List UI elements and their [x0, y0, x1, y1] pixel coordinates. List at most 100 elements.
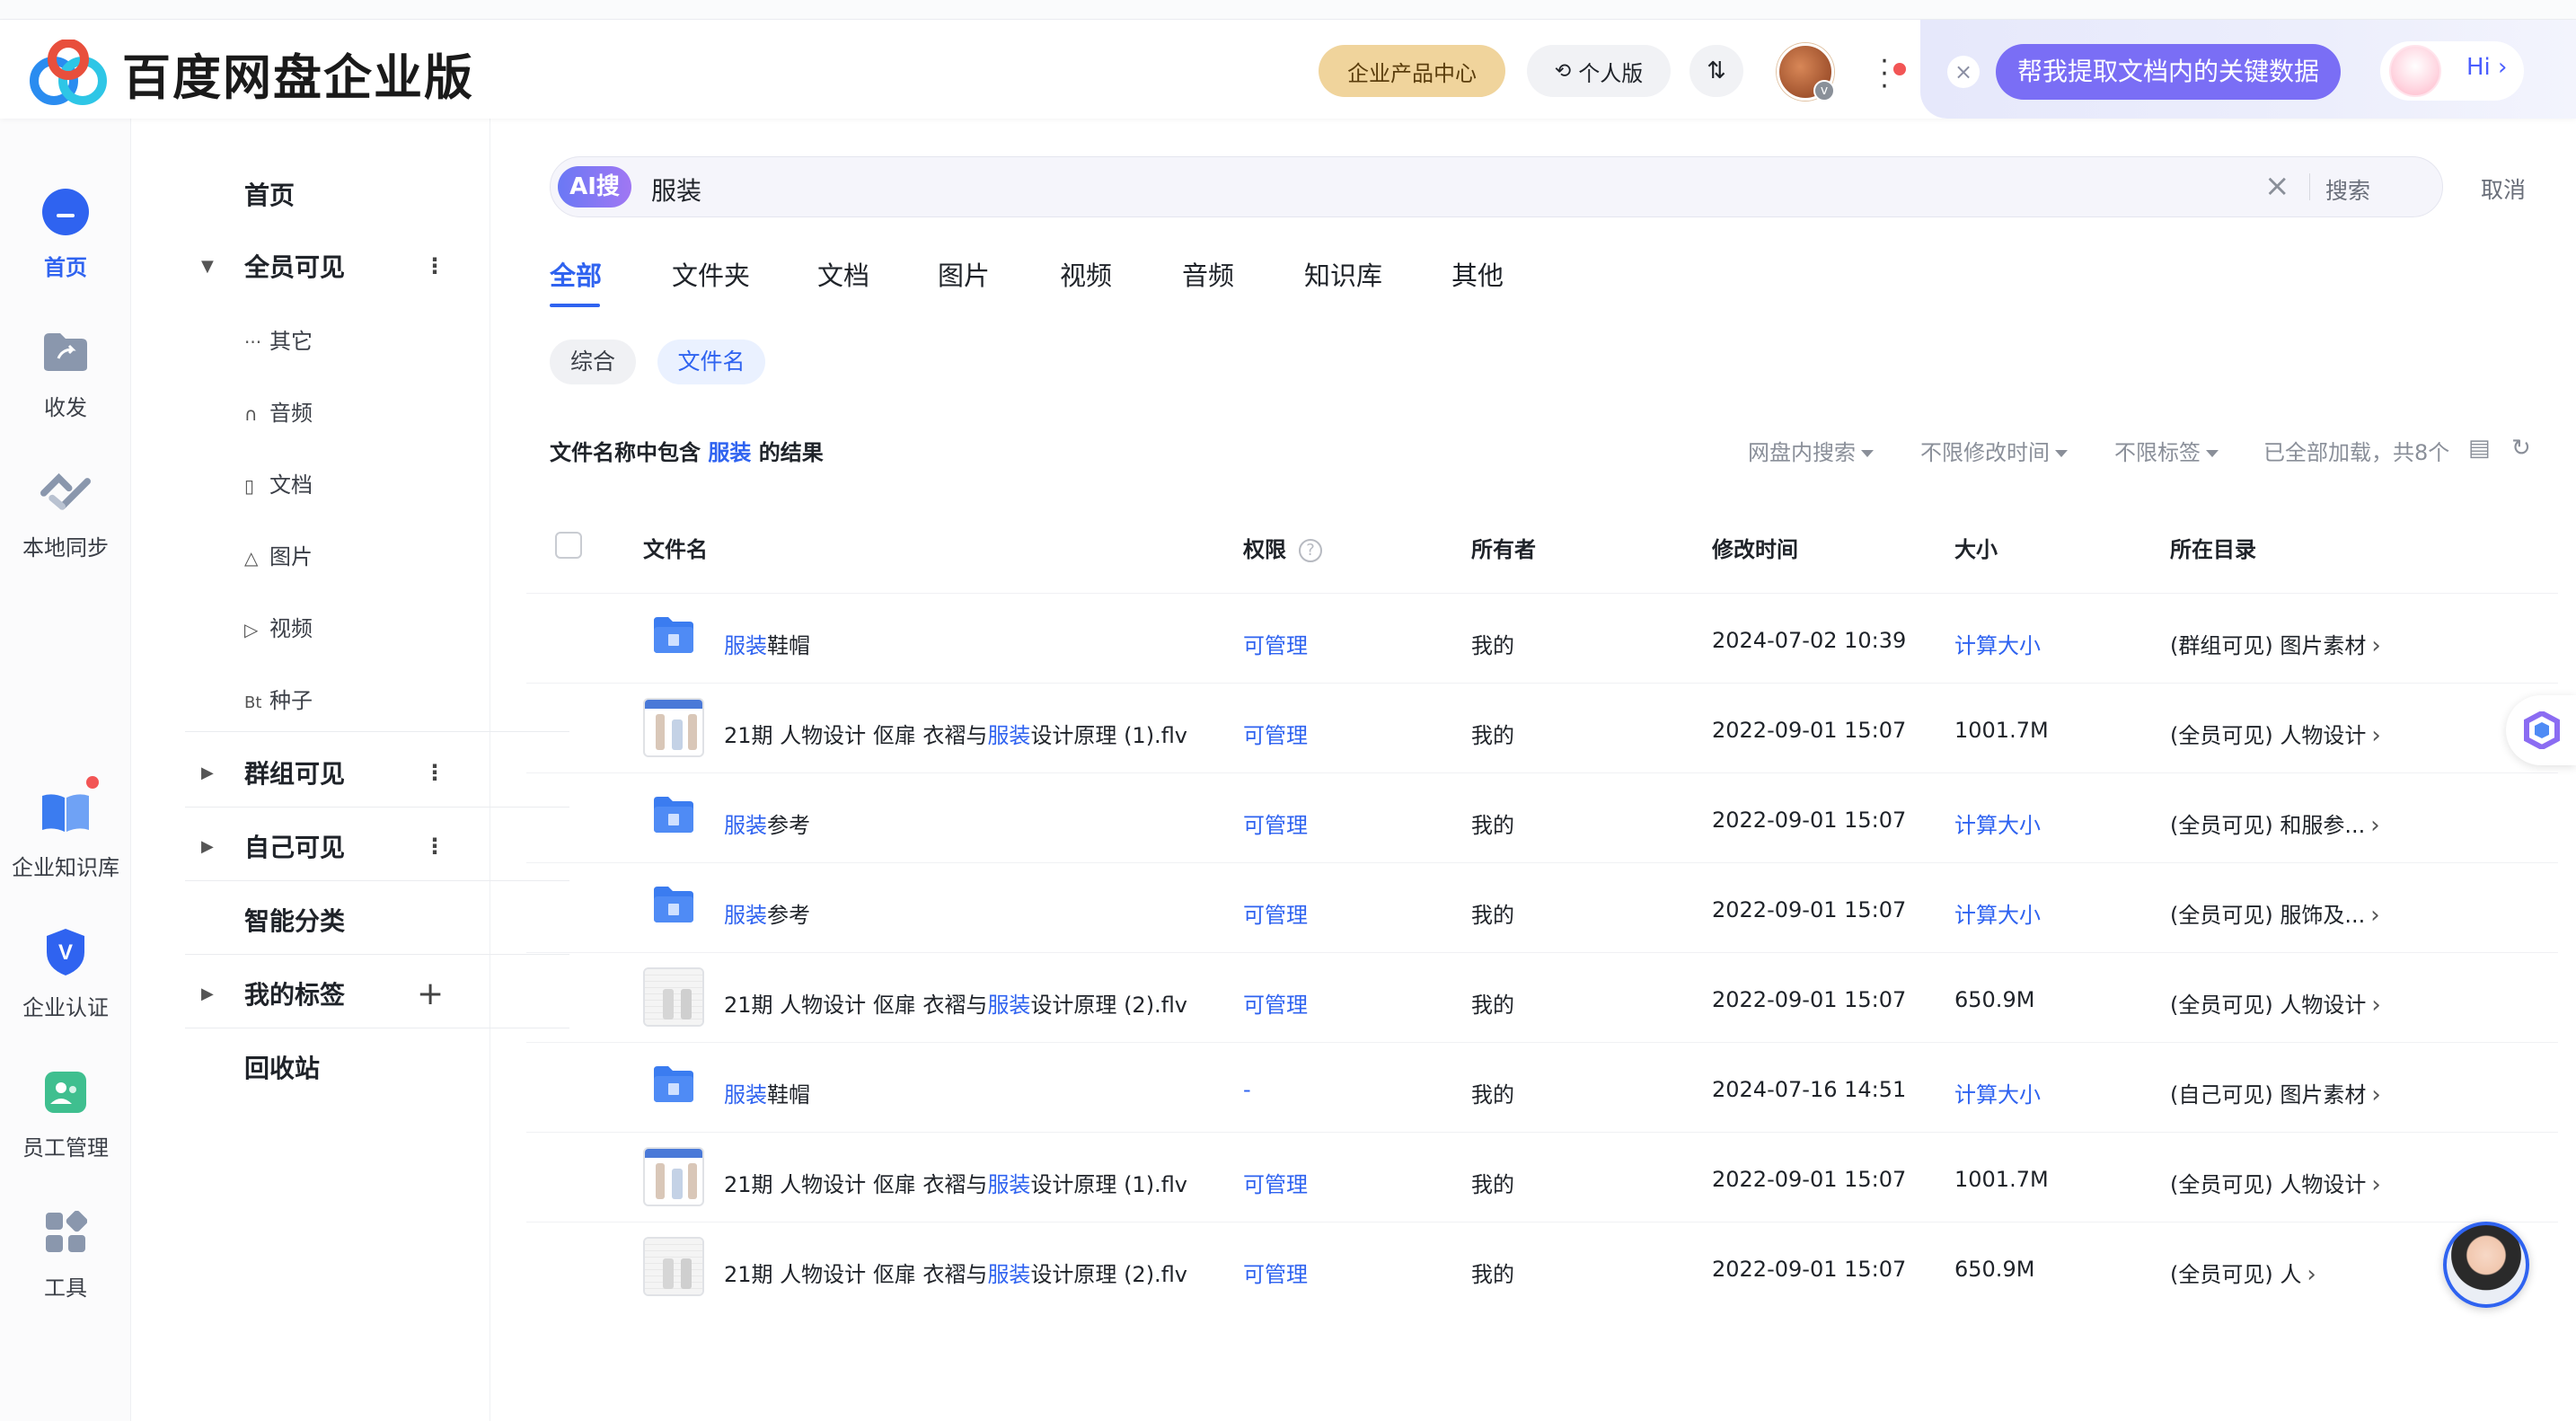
directory-link[interactable]: (全员可见) 人物设计 › — [2170, 987, 2381, 1019]
file-name-link[interactable]: 21期 人物设计 伛扉 衣褶与服装设计原理 (1).flv — [724, 718, 1187, 749]
sidebar-item-recycle[interactable]: 回收站 — [131, 1049, 490, 1085]
permission-link[interactable]: 可管理 — [1243, 1257, 1308, 1288]
table-row[interactable]: 21期 人物设计 伛扉 衣褶与服装设计原理 (1).flv 可管理 我的 2022-0… — [526, 1132, 2558, 1222]
tab-knowledge[interactable]: 知识库 — [1304, 255, 1382, 293]
filter-scope-dropdown[interactable]: 网盘内搜索 — [1748, 435, 1874, 466]
transfer-button[interactable]: ⇅ — [1689, 45, 1743, 97]
rail-item-home[interactable]: 首页 — [0, 187, 131, 281]
customer-service-avatar[interactable] — [2443, 1222, 2529, 1308]
rail-item-tools[interactable]: 工具 — [0, 1207, 131, 1302]
col-mtime[interactable]: 修改时间 — [1712, 532, 1798, 563]
table-row[interactable]: 服装鞋帽 - 我的 2024-07-16 14:51 计算大小 (自己可见) 图片素材 › — [526, 1042, 2558, 1132]
sidebar-item-group-visible[interactable]: ▶ 群组可见 ⋮ — [131, 755, 490, 790]
table-row[interactable]: 21期 人物设计 伛扉 衣褶与服装设计原理 (1).flv 可管理 我的 2022-0… — [526, 683, 2558, 772]
col-size[interactable]: 大小 — [1954, 532, 1998, 563]
sort-chip-filename[interactable]: 文件名 — [657, 340, 765, 384]
table-row[interactable]: 21期 人物设计 伛扉 衣褶与服装设计原理 (2).flv 可管理 我的 2022-0… — [526, 1222, 2558, 1311]
tab-all[interactable]: 全部 — [550, 255, 602, 293]
file-name-link[interactable]: 服装鞋帽 — [724, 1077, 810, 1108]
tab-docs[interactable]: 文档 — [817, 255, 869, 293]
calc-size-link[interactable]: 计算大小 — [1954, 1077, 2041, 1108]
calc-size-link[interactable]: 计算大小 — [1954, 897, 2041, 929]
sidebar-item-tags[interactable]: ▶ 我的标签 + — [131, 975, 490, 1012]
add-tag-icon[interactable]: + — [417, 975, 444, 1012]
permission-link[interactable]: 可管理 — [1243, 628, 1308, 659]
list-view-icon[interactable]: ▤ — [2468, 435, 2491, 462]
tab-folder[interactable]: 文件夹 — [672, 255, 750, 293]
filter-time-dropdown[interactable]: 不限修改时间 — [1920, 435, 2068, 466]
ai-search-badge[interactable]: AI搜 — [558, 166, 631, 207]
tab-images[interactable]: 图片 — [938, 255, 990, 293]
sidebar-item-smart[interactable]: 智能分类 — [131, 902, 490, 938]
sidebar-item-audio[interactable]: ∩ 音频 — [131, 395, 490, 427]
permission-link[interactable]: 可管理 — [1243, 808, 1308, 839]
tab-video[interactable]: 视频 — [1060, 255, 1112, 293]
sidebar-item-home[interactable]: 首页 — [131, 176, 490, 212]
table-row[interactable]: 21期 人物设计 伛扉 衣褶与服装设计原理 (2).flv 可管理 我的 2022-0… — [526, 952, 2558, 1042]
search-input[interactable]: 服装 — [651, 172, 701, 207]
floating-assistant-tab[interactable] — [2506, 695, 2576, 765]
tab-audio[interactable]: 音频 — [1182, 255, 1234, 293]
keyword-highlight: 服装 — [987, 1172, 1031, 1197]
col-filename[interactable]: 文件名 — [643, 532, 708, 563]
help-icon[interactable]: ? — [1299, 539, 1322, 562]
rail-item-verify[interactable]: V 企业认证 — [0, 927, 131, 1021]
sort-chip-general[interactable]: 综合 — [550, 340, 636, 384]
ai-hi-button[interactable]: Hi › — [2380, 41, 2524, 101]
permission-link[interactable]: 可管理 — [1243, 897, 1308, 929]
file-name-link[interactable]: 21期 人物设计 伛扉 衣褶与服装设计原理 (1).flv — [724, 1167, 1187, 1198]
rail-item-staff[interactable]: 员工管理 — [0, 1067, 131, 1161]
permission-link[interactable]: 可管理 — [1243, 1167, 1308, 1198]
sidebar-item-torrent[interactable]: Bt 种子 — [131, 683, 490, 714]
calc-size-link[interactable]: 计算大小 — [1954, 808, 2041, 839]
calc-size-link[interactable]: 计算大小 — [1954, 628, 2041, 659]
more-vertical-icon[interactable]: ⋮ — [424, 834, 446, 859]
app-logo[interactable]: 百度网盘企业版 — [27, 38, 474, 109]
tab-other[interactable]: 其他 — [1451, 255, 1504, 293]
product-center-button[interactable]: 企业产品中心 — [1319, 45, 1505, 97]
directory-link[interactable]: (自己可见) 图片素材 › — [2170, 1077, 2381, 1108]
file-name-link[interactable]: 21期 人物设计 伛扉 衣褶与服装设计原理 (2).flv — [724, 1257, 1187, 1288]
file-name-link[interactable]: 21期 人物设计 伛扉 衣褶与服装设计原理 (2).flv — [724, 987, 1187, 1019]
headphone-icon: ∩ — [244, 403, 258, 425]
file-name-link[interactable]: 服装参考 — [724, 897, 810, 929]
permission-link[interactable]: 可管理 — [1243, 718, 1308, 749]
avatar[interactable]: v — [1777, 43, 1835, 102]
table-row[interactable]: 服装鞋帽 可管理 我的 2024-07-02 10:39 计算大小 (群组可见) 图片素材… — [526, 593, 2558, 683]
clear-icon[interactable]: × — [2264, 168, 2290, 204]
sidebar-item-docs[interactable]: ▯ 文档 — [131, 467, 490, 499]
more-vertical-icon[interactable]: ⋮ — [424, 253, 446, 278]
permission-link[interactable]: 可管理 — [1243, 987, 1308, 1019]
file-name-link[interactable]: 服装参考 — [724, 808, 810, 839]
owner-cell: 我的 — [1471, 723, 1514, 748]
filter-tag-dropdown[interactable]: 不限标签 — [2114, 435, 2219, 466]
sidebar-item-all-visible[interactable]: ▼ 全员可见 ⋮ — [131, 248, 490, 284]
cancel-button[interactable]: 取消 — [2481, 172, 2526, 205]
table-row[interactable]: 服装参考 可管理 我的 2022-09-01 15:07 计算大小 (全员可见) 和服参.… — [526, 772, 2558, 862]
directory-link[interactable]: (全员可见) 人物设计 › — [2170, 1167, 2381, 1198]
sidebar-item-video[interactable]: ▷ 视频 — [131, 611, 490, 642]
sidebar-item-other[interactable]: ··· 其它 — [131, 323, 490, 355]
personal-edition-button[interactable]: ⟲ 个人版 — [1527, 45, 1671, 97]
chevron-right-icon: › — [2307, 1261, 2316, 1288]
directory-link[interactable]: (全员可见) 和服参... › — [2170, 808, 2380, 839]
more-vertical-icon[interactable]: ⋮ — [424, 760, 446, 785]
directory-link[interactable]: (全员可见) 人物设计 › — [2170, 718, 2381, 749]
select-all-checkbox[interactable] — [555, 532, 582, 559]
table-row[interactable]: 服装参考 可管理 我的 2022-09-01 15:07 计算大小 (全员可见) 服饰及.… — [526, 862, 2558, 952]
ai-suggestion-button[interactable]: 帮我提取文档内的关键数据 — [1996, 44, 2341, 100]
close-icon[interactable]: × — [1947, 56, 1980, 88]
more-menu-icon[interactable]: · · · — [1877, 49, 1892, 101]
search-button[interactable]: 搜索 — [2325, 173, 2370, 206]
directory-link[interactable]: (全员可见) 服饰及... › — [2170, 897, 2380, 929]
directory-link[interactable]: (全员可见) 人 › — [2170, 1257, 2316, 1288]
file-name-link[interactable]: 服装鞋帽 — [724, 628, 810, 659]
rail-item-sync[interactable]: 本地同步 — [0, 467, 131, 561]
sidebar-item-images[interactable]: △ 图片 — [131, 539, 490, 570]
sidebar-item-self-visible[interactable]: ▶ 自己可见 ⋮ — [131, 828, 490, 864]
search-bar[interactable]: AI搜 服装 × 搜索 — [550, 156, 2443, 217]
rail-item-share[interactable]: 收发 — [0, 327, 131, 421]
directory-link[interactable]: (群组可见) 图片素材 › — [2170, 628, 2381, 659]
refresh-icon[interactable]: ↻ — [2511, 435, 2531, 462]
rail-item-knowledge[interactable]: 企业知识库 — [0, 776, 131, 881]
